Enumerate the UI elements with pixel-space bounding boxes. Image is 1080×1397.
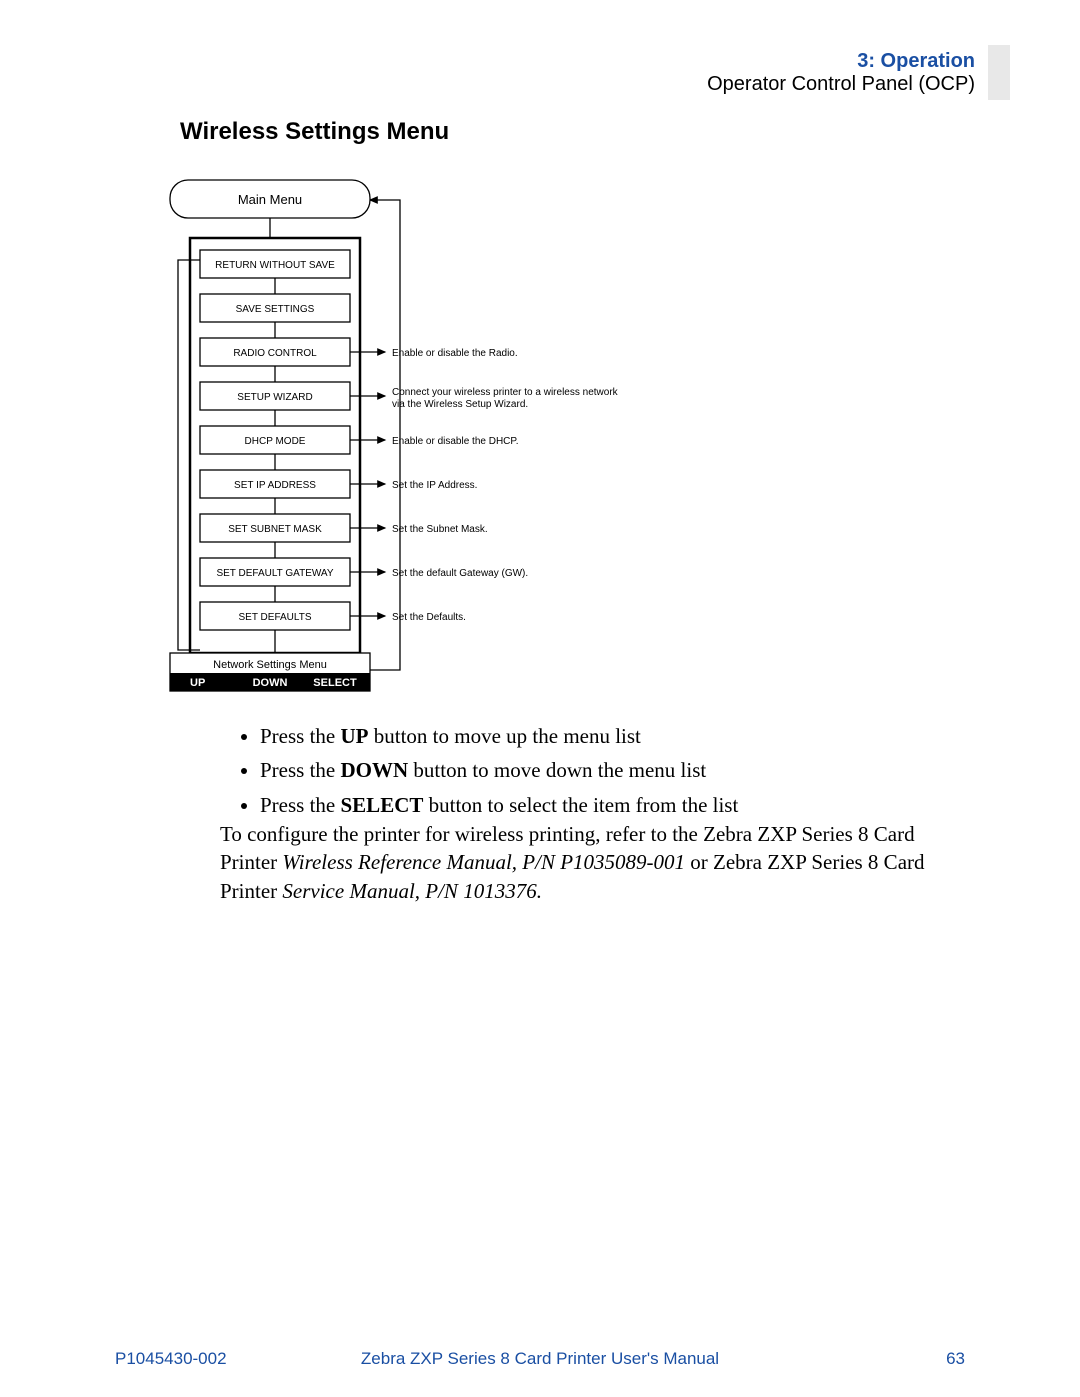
diagram-btn-down: DOWN	[253, 677, 288, 689]
menu-item-label: DHCP MODE	[245, 436, 306, 447]
menu-item-desc: Set the IP Address.	[392, 480, 477, 491]
menu-item-label: RETURN WITHOUT SAVE	[215, 260, 335, 271]
menu-item-desc: Connect your wireless printer to a wirel…	[392, 387, 619, 398]
header-tab	[988, 45, 1010, 100]
page-title: Wireless Settings Menu	[180, 118, 449, 146]
menu-item-desc: Set the Subnet Mask.	[392, 524, 488, 535]
menu-item-desc: Enable or disable the Radio.	[392, 348, 518, 359]
menu-item-label: SET DEFAULTS	[239, 612, 312, 623]
section-label: Operator Control Panel (OCP)	[707, 73, 975, 96]
menu-item-label: RADIO CONTROL	[233, 348, 317, 359]
menu-item-desc: Enable or disable the DHCP.	[392, 436, 519, 447]
footer-pagenum: 63	[946, 1349, 965, 1369]
menu-item-label: SET SUBNET MASK	[228, 524, 322, 535]
menu-item-desc: Set the Defaults.	[392, 612, 466, 623]
menu-item-desc: via the Wireless Setup Wizard.	[392, 399, 528, 410]
menu-item-label: SET IP ADDRESS	[234, 480, 316, 491]
menu-flow-diagram: Main Menu RETURN WITHOUT SAVE SAVE SETTIN…	[160, 170, 860, 700]
diagram-btn-up: UP	[190, 677, 205, 689]
diagram-bottom-label: Network Settings Menu	[213, 659, 327, 671]
instruction-list: Press the UP button to move up the menu …	[220, 721, 738, 824]
page-header: 3: Operation Operator Control Panel (OCP…	[707, 50, 975, 96]
instruction-item: Press the SELECT button to select the it…	[260, 790, 738, 820]
menu-item-label: SAVE SETTINGS	[236, 304, 315, 315]
footer-title: Zebra ZXP Series 8 Card Printer User's M…	[115, 1349, 965, 1369]
menu-item-label: SETUP WIZARD	[237, 392, 312, 403]
instruction-item: Press the DOWN button to move down the m…	[260, 755, 738, 785]
page: 3: Operation Operator Control Panel (OCP…	[0, 0, 1080, 1397]
diagram-main-menu: Main Menu	[238, 192, 302, 207]
menu-item-desc: Set the default Gateway (GW).	[392, 568, 528, 579]
instruction-item: Press the UP button to move up the menu …	[260, 721, 738, 751]
config-paragraph: To configure the printer for wireless pr…	[220, 820, 960, 905]
diagram-btn-select: SELECT	[313, 677, 357, 689]
chapter-label: 3: Operation	[707, 50, 975, 73]
menu-item-label: SET DEFAULT GATEWAY	[216, 568, 333, 579]
